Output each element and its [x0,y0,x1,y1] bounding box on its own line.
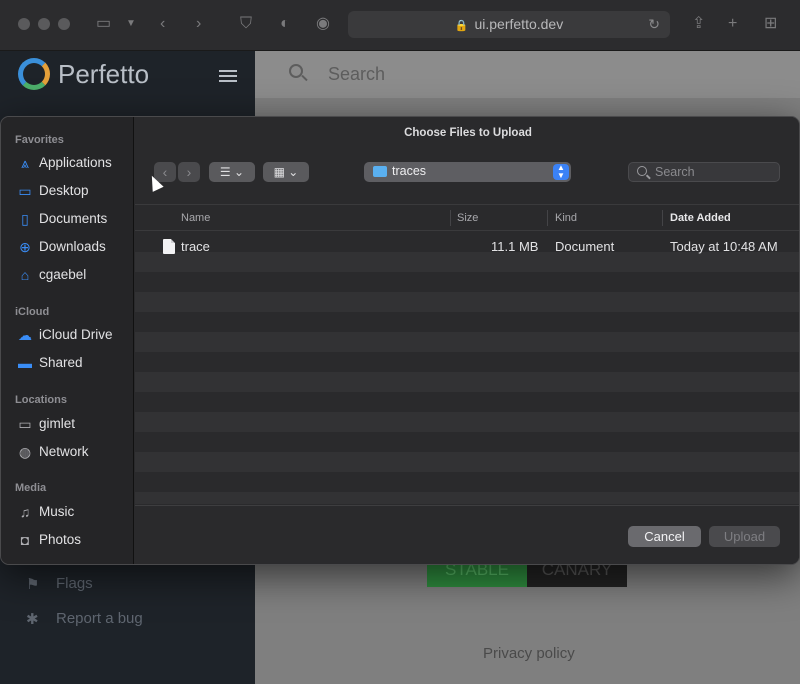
empty-row [135,452,799,472]
file-size: 11.1 MB [491,239,539,254]
dialog-footer: Cancel Upload [135,505,799,564]
column-date-added[interactable]: Date Added [670,212,731,224]
empty-row [135,292,799,312]
empty-row [135,492,799,504]
perfetto-search-input[interactable]: Search [328,64,385,85]
sidebar-item-photos[interactable]: ◘ Photos [1,528,133,552]
folder-location-select[interactable]: traces ▲ ▼ [364,162,571,182]
downloads-icon: ⊕ [19,239,31,255]
empty-row [135,332,799,352]
empty-row [135,412,799,432]
file-list [135,232,799,504]
forward-button[interactable]: › [178,162,200,182]
lock-icon: 🔒 [454,20,469,32]
dialog-sidebar: Favorites ⩓ Applications ▭ Desktop ▯ Doc… [1,117,134,564]
minimize-window-button[interactable] [38,18,50,30]
file-row[interactable]: trace 11.1 MB Document Today at 10:48 AM [135,236,799,258]
upload-button[interactable]: Upload [709,526,780,547]
updown-chevron-icon: ▲ ▼ [553,164,569,180]
tab-overview-icon[interactable]: ⊞ [764,13,777,35]
desktop-icon: ▭ [18,183,32,199]
chevron-left-icon: ‹ [162,164,168,180]
chevron-right-icon: › [186,164,192,180]
sidebar-item-icloud-drive[interactable]: ☁ iCloud Drive [1,323,133,347]
privacy-policy-link[interactable]: Privacy policy [483,645,575,662]
section-favorites: Favorites [15,134,64,146]
password-extension-icon[interactable]: ◉ [316,13,330,35]
perfetto-logo-icon [18,58,50,90]
sidebar-item-shared[interactable]: ▬ Shared [1,351,133,375]
sidebar-link-flags[interactable]: Flags [56,575,93,592]
privacy-report-icon[interactable]: ◐ [280,13,290,35]
forward-icon[interactable]: › [196,13,201,35]
sidebar-item-documents[interactable]: ▯ Documents [1,207,133,231]
chevron-down-icon[interactable]: ▼ [126,13,136,35]
laptop-icon: ▭ [18,416,32,432]
file-name: trace [181,239,210,254]
column-divider [450,210,451,226]
column-divider [662,210,663,226]
search-icon [637,166,647,176]
network-globe-icon: ◍ [18,444,32,460]
file-chooser-dialog: Favorites ⩓ Applications ▭ Desktop ▯ Doc… [0,116,800,565]
home-icon: ⌂ [20,267,30,283]
cancel-button[interactable]: Cancel [628,526,701,547]
sidebar-item-desktop[interactable]: ▭ Desktop [1,179,133,203]
icon-view-button[interactable]: ▦ ⌄ [263,162,309,182]
column-divider [547,210,548,226]
search-icon [289,64,303,78]
sidebar-link-report-bug[interactable]: Report a bug [56,610,143,627]
sidebar-item-home[interactable]: ⌂ cgaebel [1,263,133,287]
reload-icon[interactable]: ↻ [648,11,660,38]
column-size[interactable]: Size [457,212,478,224]
list-view-button[interactable]: ☰ ⌄ [209,162,255,182]
cloud-icon: ☁ [18,327,32,343]
sidebar-item-music[interactable]: ♫ Music [1,500,133,524]
sidebar-item-downloads[interactable]: ⊕ Downloads [1,235,133,259]
grid-view-icon: ▦ ⌄ [273,165,299,179]
list-view-icon: ☰ ⌄ [219,165,245,179]
shield-icon[interactable]: ⛉ [240,13,252,35]
column-name[interactable]: Name [181,212,210,224]
documents-icon: ▯ [21,211,29,227]
column-kind[interactable]: Kind [555,212,577,224]
section-icloud: iCloud [15,306,50,318]
back-icon[interactable]: ‹ [160,13,165,35]
address-bar[interactable]: 🔒 ui.perfetto.dev ↻ [348,11,670,38]
camera-icon: ◘ [20,532,30,548]
dialog-search-input[interactable] [655,164,775,180]
perfetto-brand: Perfetto [58,59,150,89]
url-text: ui.perfetto.dev [474,16,564,32]
current-folder-label: traces [392,164,427,178]
flag-icon: ⚑ [26,576,40,593]
hamburger-menu-icon[interactable] [219,70,237,82]
close-window-button[interactable] [18,18,30,30]
sidebar-item-applications[interactable]: ⩓ Applications [1,151,133,175]
dialog-title: Choose Files to Upload [404,127,532,139]
document-icon [163,239,175,254]
dialog-search[interactable] [628,162,780,182]
section-locations: Locations [15,394,67,406]
section-media: Media [15,482,47,494]
music-note-icon: ♫ [19,504,31,520]
file-kind: Document [555,239,615,254]
sidebar-item-network[interactable]: ◍ Network [1,440,133,464]
applications-icon: ⩓ [21,155,29,171]
file-date-added: Today at 10:48 AM [670,239,778,254]
new-tab-icon[interactable]: + [728,13,737,35]
share-icon[interactable]: ⇪ [692,13,705,35]
sidebar-toggle-icon[interactable]: ▭ [96,13,111,35]
sidebar-item-gimlet[interactable]: ▭ gimlet [1,412,133,436]
empty-row [135,372,799,392]
folder-icon [373,166,387,177]
zoom-window-button[interactable] [58,18,70,30]
shared-folder-icon: ▬ [18,355,32,371]
bug-icon: ✱ [26,611,39,628]
dialog-main: Choose Files to Upload ‹ › ☰ ⌄ ▦ ⌄ trace… [135,117,799,564]
file-list-header: Name Size Kind Date Added [135,204,799,231]
browser-toolbar: ▭ ▼ ‹ › ⛉ ◐ ◉ 🔒 ui.perfetto.dev ↻ ⇪ + ⊞ [0,0,800,51]
